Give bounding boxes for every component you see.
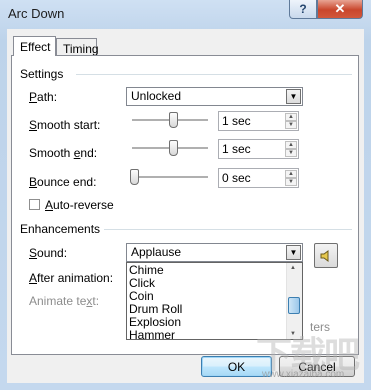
scrollbar-thumb[interactable] <box>288 297 300 314</box>
spin-down-icon[interactable]: ▼ <box>285 149 297 157</box>
tab-timing[interactable]: Timing <box>56 38 99 56</box>
spin-down-icon[interactable]: ▼ <box>285 121 297 129</box>
bounce-end-slider-thumb[interactable] <box>130 169 139 185</box>
smooth-start-label: Smooth start: <box>29 118 101 132</box>
partial-label-text: ters <box>310 320 331 334</box>
smooth-end-slider-thumb[interactable] <box>168 140 178 156</box>
smooth-end-value: 1 sec <box>222 142 251 156</box>
settings-divider <box>76 74 352 75</box>
dialog-window: Arc Down ? ✕ Effect Timing Settings Path… <box>0 0 371 390</box>
path-combobox[interactable]: Unlocked ▼ <box>126 87 303 106</box>
spin-up-icon[interactable]: ▲ <box>285 170 297 178</box>
spin-up-icon[interactable]: ▲ <box>285 113 297 121</box>
bounce-end-spinner[interactable]: 0 sec ▲ ▼ <box>218 168 299 188</box>
tab-timing-label: Timing <box>63 42 99 56</box>
sound-combobox[interactable]: Applause ▼ <box>126 243 303 262</box>
dropdown-arrow-icon[interactable]: ▼ <box>286 245 301 260</box>
sound-dropdown-list[interactable]: Chime Click Coin Drum Roll Explosion Ham… <box>126 262 303 342</box>
tab-effect[interactable]: Effect <box>13 36 56 56</box>
tab-effect-label: Effect <box>20 40 51 54</box>
close-button[interactable]: ✕ <box>317 0 363 19</box>
list-item[interactable]: Hammer <box>129 329 175 342</box>
scroll-down-icon[interactable]: ▼ <box>290 331 296 337</box>
auto-reverse-checkbox[interactable] <box>29 199 40 210</box>
enhancements-group-label: Enhancements <box>20 222 101 236</box>
dialog-client-area: Effect Timing Settings Path: Unlocked ▼ … <box>7 29 364 383</box>
dropdown-scrollbar[interactable]: ▲ ▼ <box>286 263 302 339</box>
after-animation-label: After animation: <box>29 271 114 285</box>
smooth-start-value: 1 sec <box>222 114 251 128</box>
watermark-url: www.xiazaiba.com <box>262 369 345 380</box>
effect-panel: Settings Path: Unlocked ▼ Smooth start: … <box>11 55 359 355</box>
close-icon: ✕ <box>334 1 346 16</box>
enhancements-divider <box>104 229 352 230</box>
sound-value: Applause <box>131 245 182 259</box>
window-title: Arc Down <box>8 6 65 21</box>
auto-reverse-label: Auto-reverse <box>45 198 114 212</box>
settings-group-label: Settings <box>20 67 64 81</box>
bounce-end-value: 0 sec <box>222 171 251 185</box>
help-icon: ? <box>299 2 307 16</box>
scroll-up-icon[interactable]: ▲ <box>290 265 296 271</box>
bounce-end-label: Bounce end: <box>29 175 97 189</box>
path-value: Unlocked <box>131 89 182 103</box>
spin-down-icon[interactable]: ▼ <box>285 178 297 186</box>
smooth-end-spinner[interactable]: 1 sec ▲ ▼ <box>218 139 299 159</box>
animate-text-label: Animate text: <box>29 294 100 308</box>
spin-up-icon[interactable]: ▲ <box>285 141 297 149</box>
smooth-start-spinner[interactable]: 1 sec ▲ ▼ <box>218 111 299 131</box>
dropdown-arrow-icon[interactable]: ▼ <box>286 89 301 104</box>
speaker-icon <box>320 249 329 262</box>
sound-preview-button[interactable] <box>314 243 338 268</box>
path-label: Path: <box>29 90 58 104</box>
help-button[interactable]: ? <box>289 0 317 19</box>
sound-label: Sound: <box>29 246 68 260</box>
bounce-end-slider[interactable] <box>132 176 208 179</box>
smooth-start-slider-thumb[interactable] <box>168 112 178 128</box>
smooth-end-label: Smooth end: <box>29 146 98 160</box>
ok-button-label: OK <box>227 359 246 374</box>
